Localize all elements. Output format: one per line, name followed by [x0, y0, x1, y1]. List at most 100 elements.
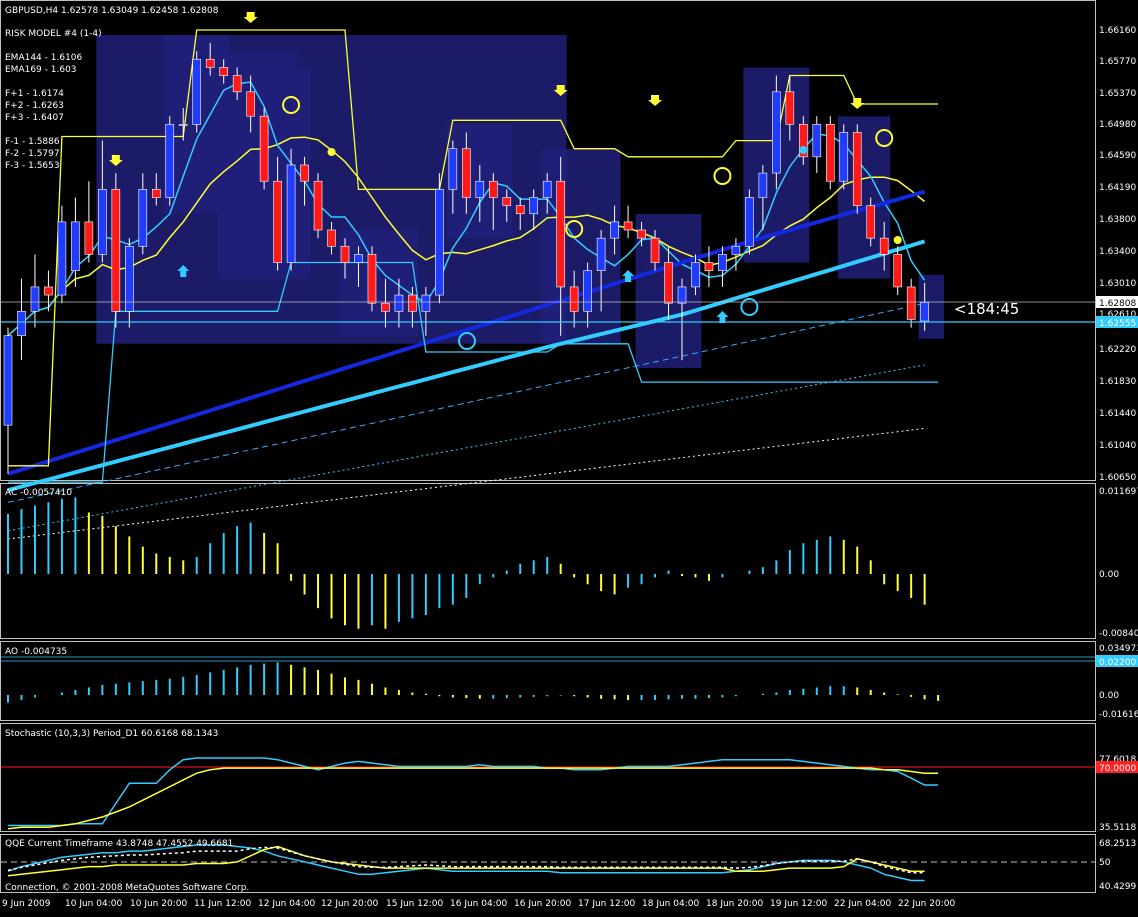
bear-candle	[111, 189, 121, 312]
bull-candle	[3, 335, 13, 426]
bull-candle	[529, 197, 539, 215]
ac-labels: AC -0.0057410 0.011697 0.00 -0.008405	[5, 487, 1138, 639]
bear-candle	[408, 294, 417, 312]
time-tick: 12 Jun 20:00	[321, 899, 378, 909]
bear-candle	[893, 254, 902, 288]
fib-minus3-label: F-3 - 1.5653	[5, 161, 60, 171]
bull-candle	[138, 189, 148, 247]
price-tick: 1.65770	[1099, 57, 1136, 67]
stoch-labels: Stochastic (10,3,3) Period_D1 60.6168 68…	[5, 729, 1138, 833]
fib-plus3-label: F+3 - 1.6407	[5, 113, 64, 123]
stoch-panel[interactable]	[0, 723, 1096, 832]
bull-candle	[718, 254, 727, 271]
price-axis: 1.66160 1.65770 1.65370 1.64980 1.64590 …	[1099, 26, 1136, 483]
bid-label: 1.62808	[1099, 299, 1136, 309]
fib-minus2-label: F-2 - 1.5797	[5, 149, 60, 159]
bear-candle	[367, 254, 377, 304]
bear-candle	[623, 221, 633, 231]
price-tick: 1.62220	[1099, 345, 1136, 355]
bull-candle	[475, 180, 485, 198]
bull-candle	[772, 91, 781, 174]
price-tick: 1.66160	[1099, 26, 1136, 36]
bull-candle	[71, 221, 80, 271]
bull-candle	[57, 221, 67, 296]
bull-candle	[839, 132, 849, 182]
bear-candle	[151, 189, 161, 198]
bear-candle	[273, 180, 282, 263]
qqe-tick: 50	[1099, 858, 1111, 868]
bear-candle	[906, 286, 916, 320]
copyright-text: Connection, © 2001-2008 MetaQuotes Softw…	[5, 883, 249, 893]
ao-labels: AO -0.004735 0.034973 0.02200 0.00 -0.01…	[1, 644, 1138, 720]
yellow-circle-icon	[713, 167, 732, 185]
price-tick: 1.63800	[1099, 215, 1136, 225]
bear-candle	[866, 205, 876, 239]
level-label: 1.62555	[1099, 319, 1136, 329]
bull-candle	[30, 286, 40, 312]
time-tick: 18 Jun 04:00	[642, 899, 699, 909]
bear-candle	[664, 262, 673, 304]
bear-candle	[515, 205, 525, 215]
qqe-title: QQE Current Timeframe 43.8748 47.4552 49…	[5, 839, 233, 849]
bull-candle	[677, 286, 687, 304]
bull-candle	[745, 197, 754, 247]
sell-arrow-icon	[243, 12, 258, 23]
bear-candle	[556, 180, 565, 288]
bull-candle	[192, 58, 202, 125]
bull-candle	[286, 164, 296, 263]
ema144-label: EMA144 - 1.6106	[5, 53, 83, 63]
ao-tick: 0.02200	[1099, 658, 1136, 668]
ac-tick: 0.011697	[1099, 487, 1138, 497]
bear-candle	[569, 286, 579, 312]
range-box	[541, 148, 621, 344]
qqe-tick: 40.4299	[1099, 882, 1136, 892]
time-tick: 16 Jun 20:00	[514, 899, 571, 909]
time-tick: 11 Jun 12:00	[194, 899, 251, 909]
bear-candle	[785, 91, 795, 125]
time-tick: 22 Jun 04:00	[834, 899, 891, 909]
yellow-dot-icon	[893, 236, 902, 244]
ao-panel[interactable]	[0, 641, 1096, 721]
qqe-tick: 68.2513	[1099, 839, 1136, 849]
bull-candle	[920, 302, 929, 322]
price-tick: 1.65370	[1099, 89, 1136, 99]
time-tick: 9 Jun 2009	[2, 899, 51, 909]
stoch-lines	[7, 757, 939, 830]
price-tick: 1.61040	[1099, 441, 1136, 451]
mt4-chart-window: 1.66160 1.65770 1.65370 1.64980 1.64590 …	[0, 0, 1138, 913]
time-axis: 9 Jun 2009 10 Jun 04:00 10 Jun 20:00 11 …	[2, 899, 955, 909]
bear-candle	[259, 115, 269, 182]
ema169-label: EMA169 - 1.603	[5, 65, 77, 75]
bull-candle	[691, 262, 700, 288]
stoch-tick: 70.0000	[1099, 764, 1136, 774]
bull-candle	[610, 221, 619, 239]
price-tick: 1.60650	[1099, 473, 1136, 483]
price-tick: 1.64590	[1099, 151, 1136, 161]
bear-candle	[637, 229, 646, 239]
price-tick: 1.63010	[1099, 279, 1136, 289]
bear-candle	[327, 229, 336, 247]
time-tick: 18 Jun 20:00	[706, 899, 763, 909]
stoch-tick: 35.5118	[1099, 823, 1136, 833]
bar-timer: <184:45	[954, 300, 1019, 318]
ac-title: AC -0.0057410	[5, 488, 72, 498]
sell-arrow-icon	[648, 95, 663, 106]
bear-candle	[704, 262, 714, 271]
bull-candle	[596, 237, 606, 271]
bear-candle	[44, 286, 53, 296]
price-tick: 1.61440	[1099, 409, 1136, 419]
ac-tick: -0.008405	[1099, 629, 1138, 639]
bull-candle	[354, 254, 363, 263]
bear-candle	[502, 197, 512, 206]
bear-candle	[313, 180, 323, 231]
bear-candle	[246, 91, 255, 117]
bull-candle	[448, 148, 458, 190]
bear-candle	[462, 148, 471, 198]
cyan-dot-icon	[799, 146, 808, 154]
bull-candle	[178, 124, 188, 126]
bull-candle	[98, 189, 107, 255]
bull-candle	[758, 172, 768, 198]
bear-candle	[381, 302, 390, 312]
ao-title: AO -0.004735	[5, 647, 67, 657]
ao-tick: 0.034973	[1099, 644, 1138, 654]
